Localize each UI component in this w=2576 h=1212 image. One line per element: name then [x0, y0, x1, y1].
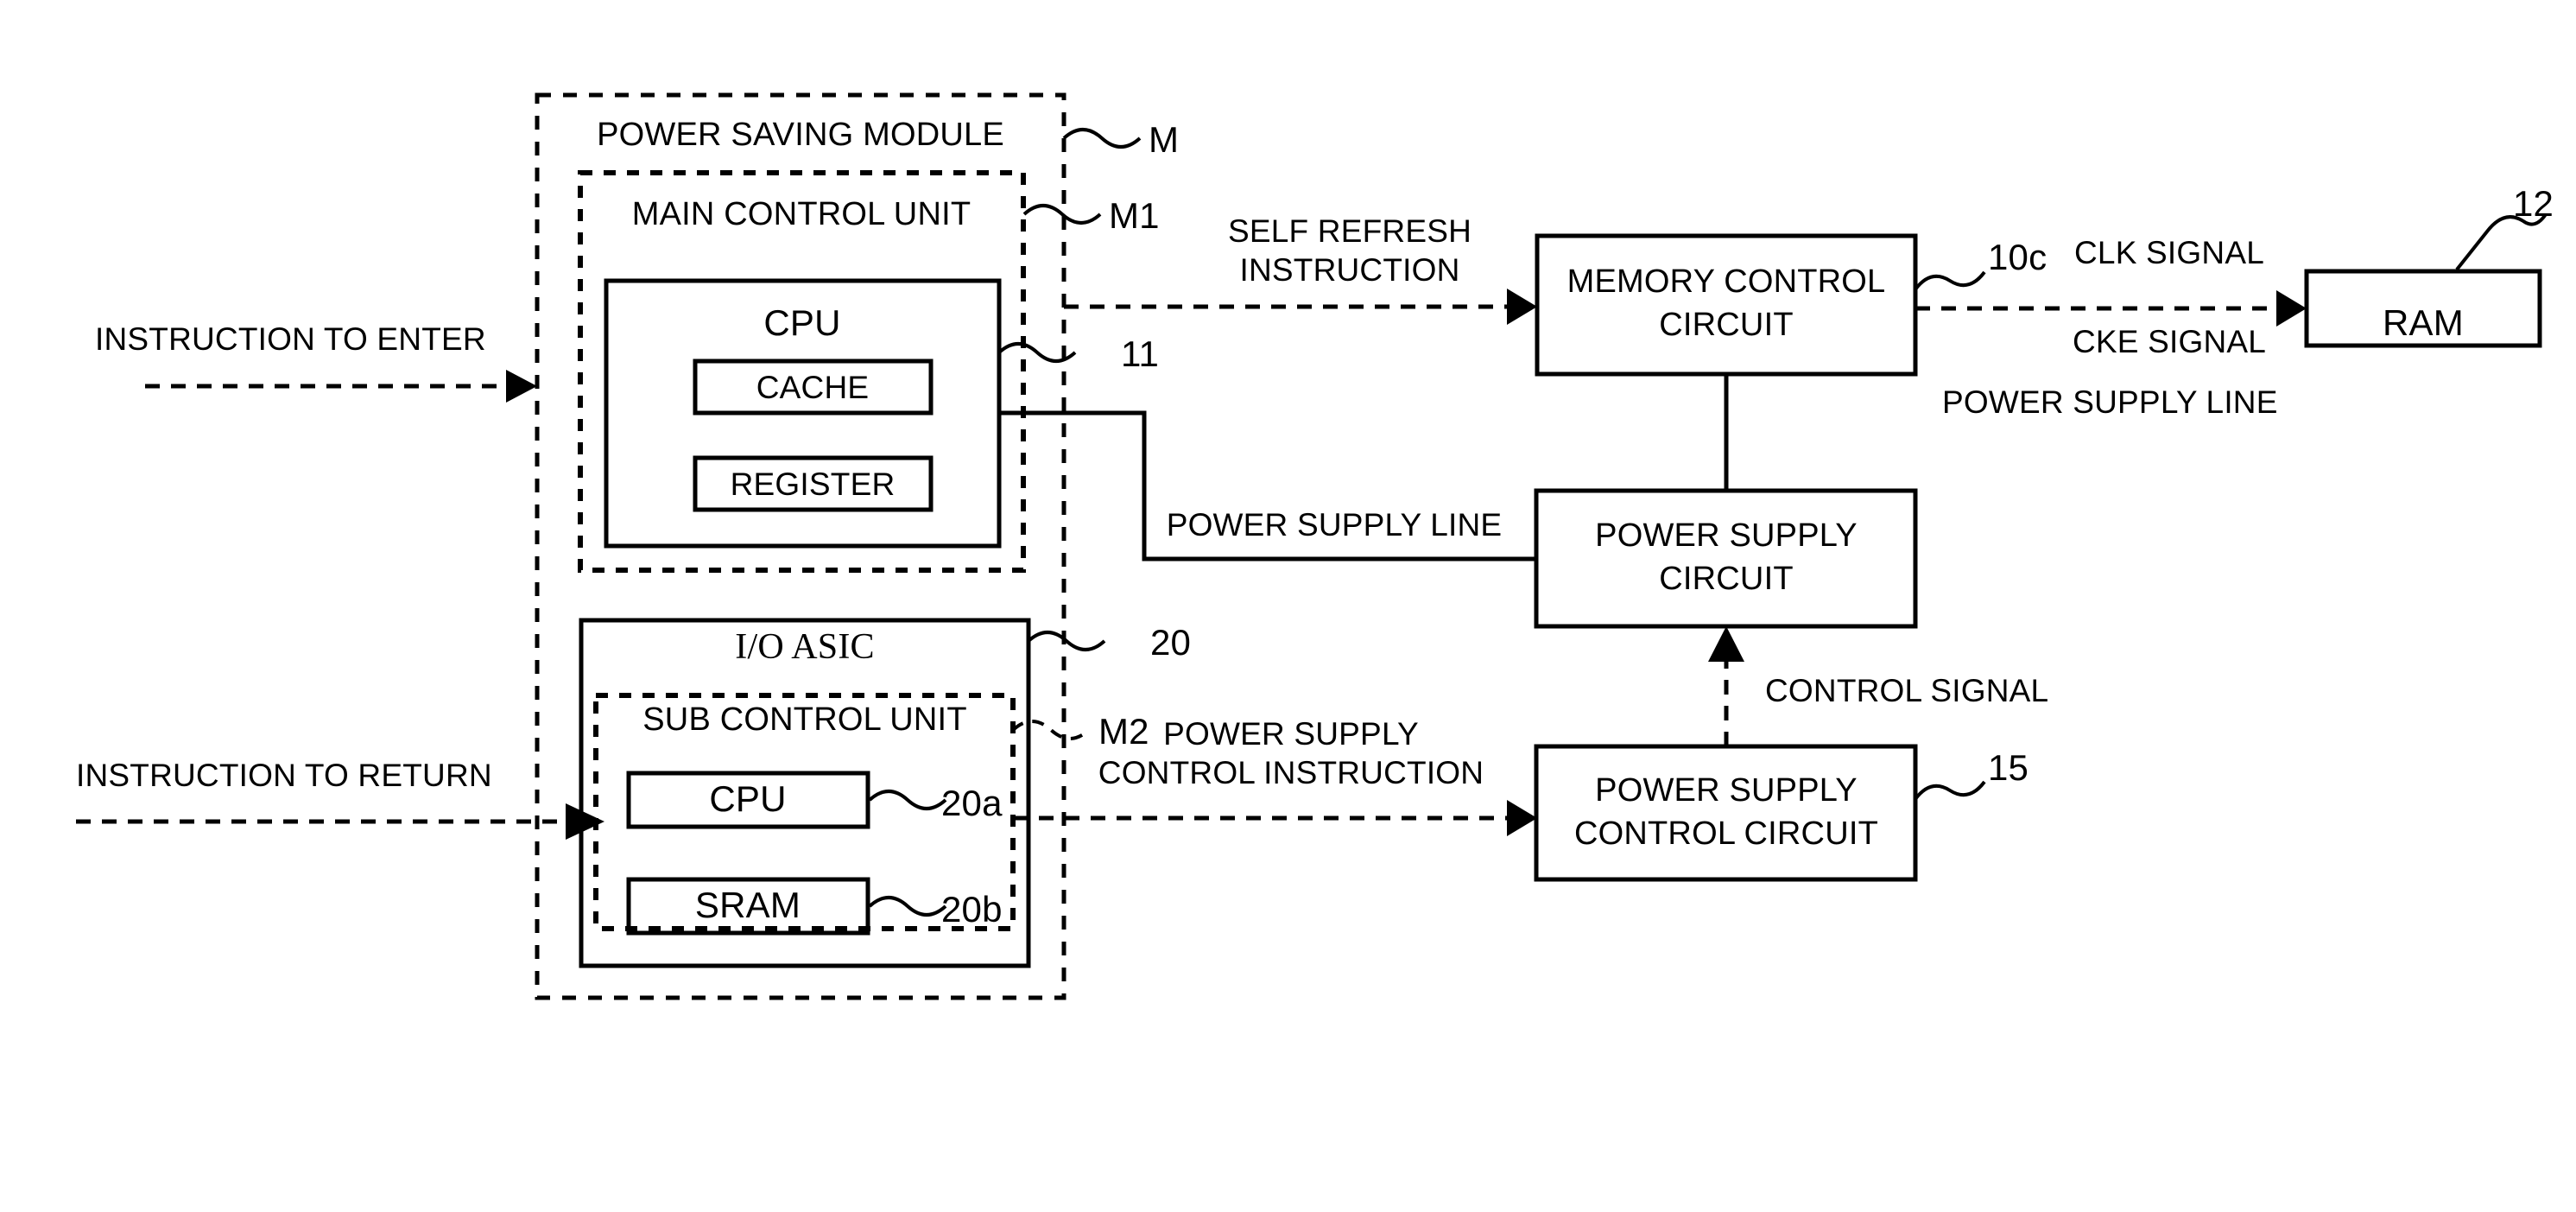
- sram-label: SRAM: [695, 885, 801, 925]
- ram-label: RAM: [2383, 302, 2464, 343]
- power-supply-control-circuit-label-line1: POWER SUPPLY: [1595, 772, 1858, 809]
- power-supply-control-instruction-label-line2: CONTROL INSTRUCTION: [1098, 755, 1484, 790]
- memory-control-circuit-leader-line: [1914, 270, 1986, 291]
- power-supply-control-instruction-label-line1: POWER SUPPLY: [1163, 716, 1419, 752]
- power-supply-line-right-label: POWER SUPPLY LINE: [1942, 384, 2278, 420]
- clk-cke-signal-arrowhead: [2276, 290, 2307, 327]
- self-refresh-instruction-label-line1: SELF REFRESH: [1228, 213, 1472, 249]
- io-asic-ref: 20: [1150, 622, 1191, 663]
- io-asic-label: I/O ASIC: [735, 627, 874, 667]
- instruction-to-enter-label: INSTRUCTION TO ENTER: [95, 321, 486, 357]
- sram-ref: 20b: [941, 889, 1003, 930]
- power-supply-control-circuit-ref: 15: [1988, 747, 2029, 788]
- sub-control-unit-label: SUB CONTROL UNIT: [642, 701, 966, 738]
- power-supply-control-circuit-leader-line: [1914, 780, 1986, 801]
- self-refresh-instruction-arrowhead: [1507, 289, 1537, 325]
- sub-control-unit-leader-line: [1011, 720, 1091, 740]
- power-supply-line-left-label: POWER SUPPLY LINE: [1167, 507, 1503, 543]
- power-supply-circuit-block: [1534, 488, 1918, 629]
- power-saving-module-label: POWER SAVING MODULE: [597, 117, 1004, 153]
- memory-control-circuit-label-line2: CIRCUIT: [1659, 307, 1794, 343]
- patent-figure-canvas: POWER SAVING MODULE M MAIN CONTROL UNIT …: [0, 0, 2576, 1212]
- clk-signal-label: CLK SIGNAL: [2074, 235, 2264, 270]
- power-supply-control-instruction-arrowhead: [1507, 800, 1537, 836]
- control-signal-label: CONTROL SIGNAL: [1765, 673, 2048, 708]
- main-control-unit-label: MAIN CONTROL UNIT: [632, 196, 972, 232]
- ram-ref: 12: [2513, 183, 2554, 224]
- power-supply-control-circuit-block: [1534, 744, 1918, 882]
- sub-cpu-ref: 20a: [941, 783, 1003, 823]
- block-diagram-svg: POWER SAVING MODULE M MAIN CONTROL UNIT …: [76, 92, 2554, 1000]
- instruction-to-return-arrowhead: [566, 803, 604, 840]
- power-saving-module-leader-line: [1062, 128, 1142, 149]
- sram-leader-line: [868, 896, 947, 917]
- register-label: REGISTER: [731, 466, 896, 502]
- sub-control-unit-ref: M2: [1098, 711, 1149, 752]
- memory-control-circuit-ref: 10c: [1988, 237, 2047, 277]
- memory-control-circuit-block: [1535, 233, 1918, 377]
- main-cpu-ref: 11: [1121, 333, 1159, 374]
- cache-label: CACHE: [756, 370, 870, 405]
- sub-cpu-label: CPU: [709, 778, 786, 819]
- instruction-to-enter-arrowhead: [506, 370, 537, 403]
- power-saving-module-ref: M: [1149, 119, 1179, 160]
- control-signal-arrowhead: [1708, 626, 1744, 662]
- memory-control-circuit-label-line1: MEMORY CONTROL: [1567, 263, 1886, 300]
- main-control-unit-ref: M1: [1109, 195, 1160, 236]
- instruction-to-return-label: INSTRUCTION TO RETURN: [76, 758, 492, 793]
- sub-cpu-leader-line: [868, 790, 947, 810]
- cke-signal-label: CKE SIGNAL: [2073, 324, 2266, 359]
- io-asic-leader-line: [1027, 631, 1106, 651]
- power-supply-circuit-label-line1: POWER SUPPLY: [1595, 517, 1858, 554]
- self-refresh-instruction-label-line2: INSTRUCTION: [1239, 252, 1459, 288]
- power-supply-circuit-label-line2: CIRCUIT: [1659, 561, 1794, 597]
- power-supply-control-circuit-label-line2: CONTROL CIRCUIT: [1574, 815, 1878, 852]
- main-cpu-label: CPU: [763, 302, 840, 343]
